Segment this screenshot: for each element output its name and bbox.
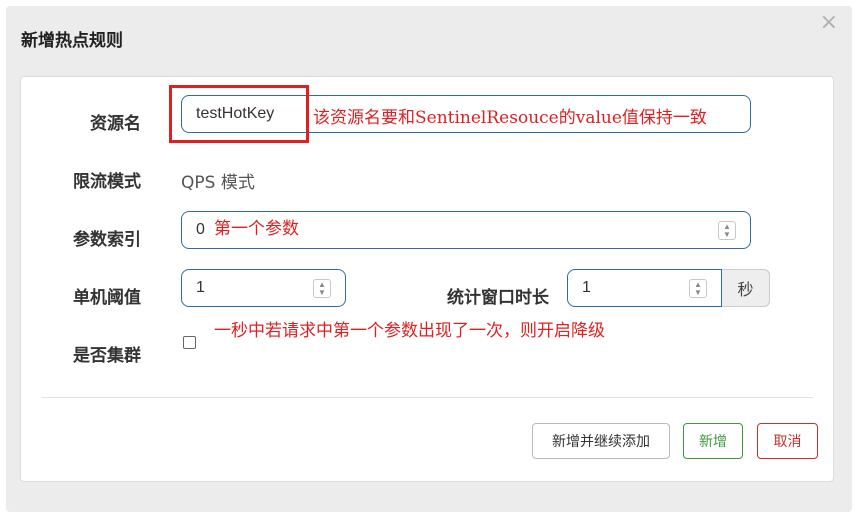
param-index-label: 参数索引	[73, 230, 141, 250]
dialog-title: 新增热点规则	[21, 31, 123, 51]
cluster-label: 是否集群	[73, 346, 141, 366]
highlight-box	[169, 85, 309, 143]
cancel-button[interactable]: 取消	[757, 423, 818, 459]
stepper-icon[interactable]: ▲ ▼	[718, 221, 736, 240]
cluster-annotation: 一秒中若请求中第一个参数出现了一次，则开启降级	[214, 321, 605, 341]
add-button[interactable]: 新增	[683, 423, 743, 459]
flow-mode-value: QPS 模式	[181, 173, 255, 193]
threshold-label: 单机阈值	[73, 288, 141, 308]
resource-annotation: 该资源名要和SentinelResouce的value值保持一致	[313, 108, 707, 128]
window-duration-value: 1	[582, 279, 591, 296]
window-unit: 秒	[722, 269, 770, 307]
stepper-icon[interactable]: ▲ ▼	[313, 279, 331, 298]
window-duration-input[interactable]: 1 ▲ ▼	[567, 269, 722, 307]
threshold-value: 1	[196, 279, 205, 296]
add-and-continue-button[interactable]: 新增并继续添加	[532, 423, 670, 459]
window-duration-label: 统计窗口时长	[447, 288, 549, 308]
add-hotspot-rule-dialog: 新增热点规则 × 资源名 testHotKey 该资源名要和SentinelRe…	[6, 6, 852, 512]
resource-name-label: 资源名	[90, 114, 141, 134]
param-index-annotation: 第一个参数	[214, 219, 299, 239]
divider	[41, 397, 813, 398]
stepper-icon[interactable]: ▲ ▼	[689, 279, 707, 298]
close-icon[interactable]: ×	[820, 12, 838, 34]
cluster-checkbox[interactable]	[183, 336, 196, 349]
param-index-value: 0	[196, 221, 205, 238]
flow-mode-label: 限流模式	[73, 172, 141, 192]
threshold-input[interactable]: 1 ▲ ▼	[181, 269, 346, 307]
form-panel: 资源名 testHotKey 该资源名要和SentinelResouce的val…	[20, 76, 834, 482]
